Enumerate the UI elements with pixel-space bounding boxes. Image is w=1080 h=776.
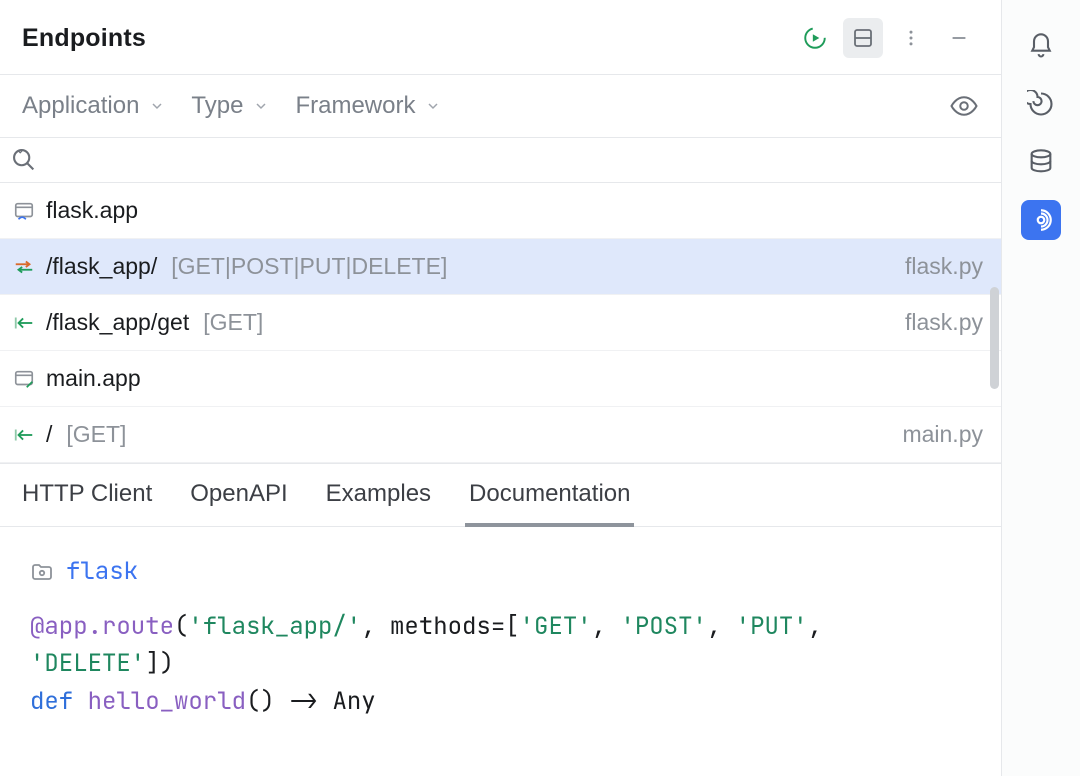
scrollbar-thumb[interactable]: [990, 287, 999, 389]
panel-header: Endpoints: [0, 0, 1001, 75]
endpoint-group[interactable]: flask.app: [0, 183, 1001, 239]
documentation-panel: flask @app.route('flask_app/', methods=[…: [0, 527, 1001, 746]
endpoint-row[interactable]: /flask_app/get [GET] flask.py: [0, 295, 1001, 351]
app-icon: [12, 367, 36, 391]
route-in-icon: [12, 423, 36, 447]
route-bidir-icon: [12, 255, 36, 279]
endpoint-row[interactable]: /flask_app/ [GET|POST|PUT|DELETE] flask.…: [0, 239, 1001, 295]
endpoint-file: flask.py: [905, 309, 983, 336]
notifications-icon[interactable]: [1021, 26, 1061, 66]
search-icon: [10, 146, 38, 174]
group-name: main.app: [46, 365, 141, 392]
route-in-icon: [12, 311, 36, 335]
tab-openapi[interactable]: OpenAPI: [190, 480, 287, 526]
minimize-icon[interactable]: [939, 18, 979, 58]
tab-examples[interactable]: Examples: [326, 480, 431, 526]
app-icon: [12, 199, 36, 223]
panel-title: Endpoints: [22, 24, 146, 53]
endpoint-methods: [GET]: [203, 309, 263, 336]
chevron-down-icon: [149, 98, 165, 114]
header-actions: [795, 18, 979, 58]
doc-code: @app.route('flask_app/', methods=['GET',…: [30, 608, 971, 720]
endpoint-methods: [GET]: [66, 421, 126, 448]
endpoint-path: /flask_app/: [46, 253, 157, 280]
filter-bar: Application Type Framework: [0, 75, 1001, 138]
filter-label: Application: [22, 92, 139, 120]
layout-icon[interactable]: [843, 18, 883, 58]
endpoint-file: main.py: [902, 421, 983, 448]
run-icon[interactable]: [795, 18, 835, 58]
tab-documentation[interactable]: Documentation: [469, 480, 630, 526]
group-name: flask.app: [46, 197, 138, 224]
endpoint-file: flask.py: [905, 253, 983, 280]
endpoint-row[interactable]: / [GET] main.py: [0, 407, 1001, 463]
folder-icon: [30, 560, 54, 584]
filter-framework[interactable]: Framework: [295, 92, 441, 120]
endpoint-methods: [GET|POST|PUT|DELETE]: [171, 253, 447, 280]
endpoint-list: flask.app /flask_app/ [GET|POST|PUT|DELE…: [0, 183, 1001, 463]
detail-tabs: HTTP Client OpenAPI Examples Documentati…: [0, 463, 1001, 527]
tool-strip: [1002, 0, 1080, 776]
chevron-down-icon: [425, 98, 441, 114]
filter-label: Type: [191, 92, 243, 120]
more-icon[interactable]: [891, 18, 931, 58]
filter-type[interactable]: Type: [191, 92, 269, 120]
search-bar[interactable]: [0, 138, 1001, 183]
filter-label: Framework: [295, 92, 415, 120]
endpoint-path: /flask_app/get: [46, 309, 189, 336]
endpoint-path: /: [46, 421, 52, 448]
spiral-icon[interactable]: [1021, 84, 1061, 124]
chevron-down-icon: [253, 98, 269, 114]
database-icon[interactable]: [1021, 142, 1061, 182]
doc-module-name: flask: [66, 553, 138, 590]
filter-application[interactable]: Application: [22, 92, 165, 120]
visibility-icon[interactable]: [949, 91, 979, 121]
tab-http-client[interactable]: HTTP Client: [22, 480, 152, 526]
endpoints-tool-icon[interactable]: [1021, 200, 1061, 240]
endpoint-group[interactable]: main.app: [0, 351, 1001, 407]
